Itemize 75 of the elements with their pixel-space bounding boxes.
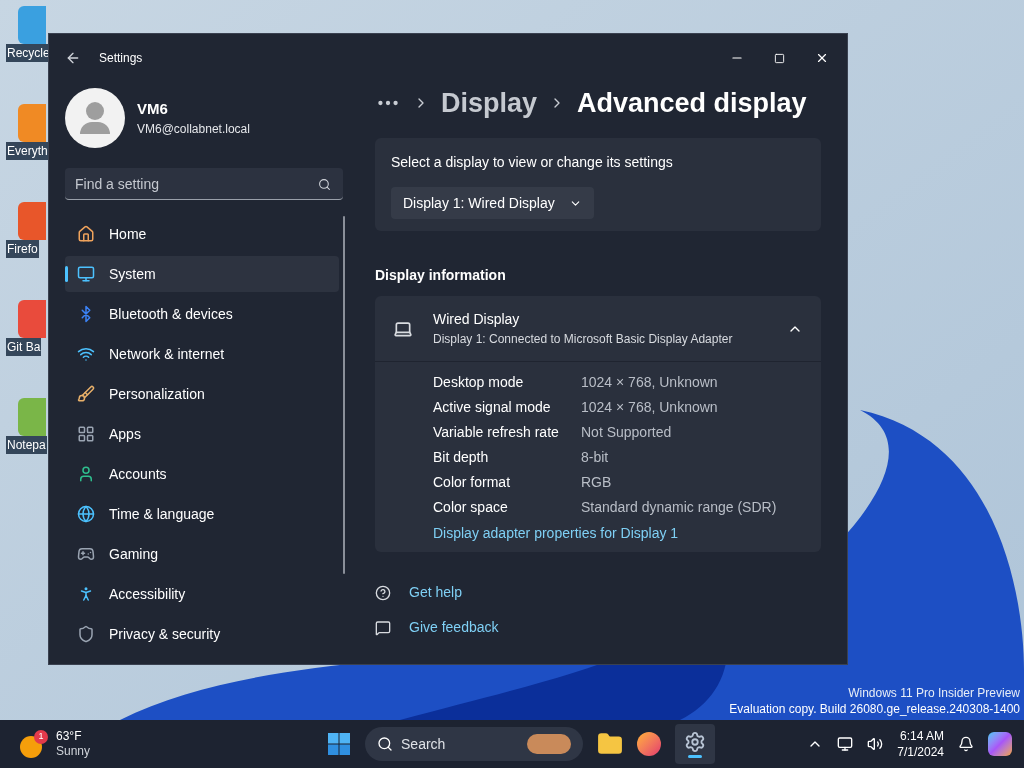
property-label: Bit depth: [433, 448, 490, 467]
gear-icon: [684, 730, 707, 753]
find-setting-field[interactable]: Find a setting: [65, 168, 343, 200]
weather-temperature: 63°F: [56, 729, 83, 744]
desktop-icon-label: Firefo: [6, 240, 39, 258]
monitor-icon[interactable]: [837, 736, 854, 752]
nav-item[interactable]: Accounts: [65, 456, 339, 492]
clock-date[interactable]: 7/1/2024: [897, 744, 944, 760]
nav-item[interactable]: System: [65, 256, 339, 292]
nav-item[interactable]: Network & internet: [65, 336, 339, 372]
help-link[interactable]: Get help: [409, 582, 462, 603]
grid-icon: [77, 425, 95, 443]
property-label: Color space: [433, 498, 509, 517]
display-name: Wired Display: [433, 310, 521, 329]
weather-condition: Sunny: [56, 744, 91, 759]
monitor-icon: [77, 265, 95, 283]
display-subtitle: Display 1: Connected to Microsoft Basic Display Adapter: [433, 331, 733, 348]
house-icon: [77, 225, 95, 243]
property-label: Variable refresh rate: [433, 423, 560, 442]
property-value: RGB: [581, 473, 612, 492]
property-value: 8-bit: [581, 448, 609, 467]
nav-item[interactable]: Time & language: [65, 496, 339, 532]
display-dropdown[interactable]: Display 1: Wired Display: [391, 187, 594, 219]
property-label: Desktop mode: [433, 373, 525, 392]
maximize-icon[interactable]: [774, 52, 785, 64]
scrollbar[interactable]: [343, 216, 345, 574]
nav-item[interactable]: Apps: [65, 416, 339, 452]
search-icon: [377, 736, 394, 752]
feedback-icon: [375, 619, 391, 636]
speaker-icon[interactable]: [867, 736, 884, 752]
desktop-icon-label: Notepa: [6, 436, 47, 454]
wifi-icon: [77, 345, 95, 363]
nav-item[interactable]: Gaming: [65, 536, 339, 572]
window-title: Settings: [99, 50, 143, 67]
desktop-icon-label: Git Ba: [6, 338, 42, 356]
property-label: Color format: [433, 473, 512, 492]
avatar-icon: [65, 88, 125, 148]
desktop-icon-label: Everyth: [6, 142, 49, 160]
nav-item[interactable]: Personalization: [65, 376, 339, 412]
property-value: Not Supported: [581, 423, 672, 442]
search-icon: [318, 178, 331, 191]
adapter-properties-link[interactable]: Display adapter properties for Display 1: [433, 520, 679, 546]
nav-item[interactable]: Home: [65, 216, 339, 252]
user-name: VM6: [137, 98, 169, 119]
person-icon: [77, 465, 95, 483]
section-title: Display information: [375, 266, 507, 285]
page-title: Advanced display: [577, 86, 807, 120]
help-icon: [375, 584, 391, 601]
gamepad-icon: [77, 545, 95, 563]
nav-item[interactable]: Privacy & security: [65, 616, 339, 652]
desktop-icon-label: Recycle: [6, 44, 51, 62]
brush-icon: [77, 385, 95, 403]
property-value: 1024 × 768, Unknown: [581, 398, 718, 417]
start-icon[interactable]: [327, 732, 352, 756]
nav-item[interactable]: Accessibility: [65, 576, 339, 612]
user-email: VM6@collabnet.local: [137, 121, 250, 139]
globe-icon: [77, 505, 95, 523]
folder-icon[interactable]: [597, 731, 624, 757]
taskbar-search-field[interactable]: Search: [365, 727, 584, 761]
breadcrumb-link[interactable]: Display: [441, 82, 538, 124]
property-label: Active signal mode: [433, 398, 552, 417]
nav-item[interactable]: Bluetooth & devices: [65, 296, 339, 332]
property-value: Standard dynamic range (SDR): [581, 498, 777, 517]
watermark-text: Windows 11 Pro Insider Preview: [848, 685, 1020, 701]
bell-icon[interactable]: [958, 736, 974, 752]
clock-time[interactable]: 6:14 AM: [899, 728, 944, 744]
settings-taskbar-button[interactable]: [675, 724, 716, 764]
back-icon[interactable]: [65, 50, 81, 66]
shield-icon: [77, 625, 95, 643]
notification-count-badge: 1: [34, 730, 48, 744]
close-icon[interactable]: [815, 51, 829, 65]
select-display-label: Select a display to view or change its settings: [391, 153, 673, 172]
watermark-text: Evaluation copy. Build 26080.ge_release.240308-1400: [729, 701, 1020, 717]
property-value: 1024 × 768, Unknown: [581, 373, 718, 392]
help-link[interactable]: Give feedback: [409, 617, 499, 638]
